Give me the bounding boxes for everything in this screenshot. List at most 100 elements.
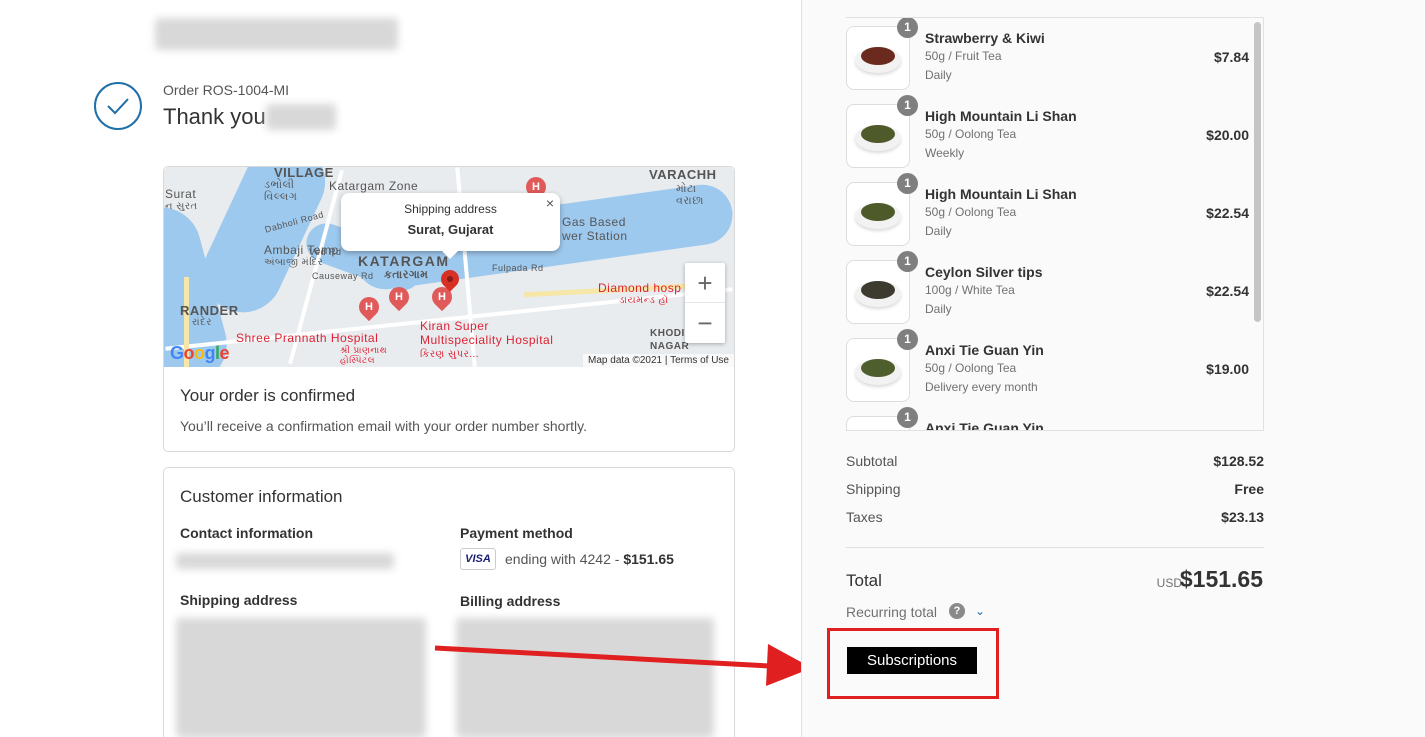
quantity-badge: 1 bbox=[897, 18, 918, 38]
help-icon[interactable]: ? bbox=[949, 603, 965, 619]
product-list[interactable]: 1 Strawberry & Kiwi 50g / Fruit Tea Dail… bbox=[846, 17, 1264, 431]
quantity-badge: 1 bbox=[897, 173, 918, 194]
shipping-row: Shipping Free bbox=[846, 481, 1264, 497]
visa-card-icon: VISA bbox=[460, 548, 496, 570]
map-label-varachha-guj: મોટા વરાછા bbox=[676, 183, 704, 207]
map-label-gas-based: Gas Based bbox=[562, 215, 626, 229]
map-label-diamond-guj: ડાયમન્ડ હૉ bbox=[619, 295, 669, 306]
order-confirmed-card: VILLAGE ડભોલી વિલ્લગ Katargam Zone VARAC… bbox=[163, 166, 735, 452]
total-label: Total bbox=[846, 571, 882, 590]
shipping-label: Shipping bbox=[846, 481, 901, 497]
product-price: $19.00 bbox=[1206, 361, 1249, 377]
map-label-diamond: Diamond hosp bbox=[598, 281, 682, 295]
recurring-total-label[interactable]: Recurring total bbox=[846, 604, 937, 620]
product-variant: 50g / Oolong Tea bbox=[925, 361, 1017, 375]
billing-address-label: Billing address bbox=[460, 593, 561, 609]
product-frequency: Delivery every month bbox=[925, 380, 1038, 394]
map-label-rander: RANDER bbox=[180, 303, 239, 318]
product-price: $22.54 bbox=[1206, 205, 1249, 221]
map-label-katargam-zone: Katargam Zone bbox=[329, 179, 419, 193]
shipping-map[interactable]: VILLAGE ડભોલી વિલ્લગ Katargam Zone VARAC… bbox=[164, 167, 734, 367]
map-label-katargam-guj: કતારગામ bbox=[384, 269, 429, 281]
zoom-out-button[interactable]: − bbox=[685, 303, 725, 343]
blurred-contact-info bbox=[176, 553, 394, 569]
product-variant: 50g / Oolong Tea bbox=[925, 205, 1017, 219]
order-number: Order ROS-1004-MI bbox=[163, 82, 290, 98]
popup-city: Surat, Gujarat bbox=[407, 222, 494, 237]
map-attribution[interactable]: Map data ©2021 | Terms of Use bbox=[583, 354, 734, 367]
map-label-ambaji-guj: અંબાજી મંદિર bbox=[264, 257, 324, 268]
product-name: Ceylon Silver tips bbox=[925, 264, 1043, 280]
shipping-value: Free bbox=[1234, 481, 1264, 497]
product-price: $20.00 bbox=[1206, 127, 1249, 143]
order-confirmed-text: You’ll receive a confirmation email with… bbox=[180, 418, 587, 434]
zoom-in-button[interactable]: + bbox=[685, 263, 725, 303]
map-info-popup: Shipping address Surat, Gujarat × bbox=[341, 193, 560, 259]
currency-code: USD bbox=[1156, 576, 1182, 590]
product-name: Anxi Tie Guan Yin bbox=[925, 420, 1044, 431]
order-summary-panel: 1 Strawberry & Kiwi 50g / Fruit Tea Dail… bbox=[801, 0, 1425, 737]
annotation-arrow bbox=[434, 644, 812, 686]
map-label-shree: Shree Prannath Hospital bbox=[236, 331, 379, 345]
product-frequency: Weekly bbox=[925, 146, 965, 160]
product-variant: 50g / Fruit Tea bbox=[925, 49, 1002, 63]
shipping-address-label: Shipping address bbox=[180, 592, 298, 608]
product-price: $7.84 bbox=[1213, 49, 1249, 65]
popup-title: Shipping address bbox=[404, 202, 497, 216]
map-label-kiran-guj: કિરણ સુપર... bbox=[420, 349, 480, 360]
product-name: High Mountain Li Shan bbox=[925, 186, 1077, 202]
subtotal-label: Subtotal bbox=[846, 453, 898, 469]
map-label-katargam: KATARGAM bbox=[358, 253, 450, 269]
map-label-rander-guj: રાંદેર bbox=[192, 317, 212, 328]
quantity-badge: 1 bbox=[897, 329, 918, 350]
product-name: High Mountain Li Shan bbox=[925, 108, 1077, 124]
quantity-badge: 1 bbox=[897, 407, 918, 428]
product-item: 1 High Mountain Li Shan 50g / Oolong Tea… bbox=[846, 95, 1256, 168]
map-label-causeway: Causeway Rd bbox=[312, 271, 374, 281]
quantity-badge: 1 bbox=[897, 95, 918, 116]
chevron-down-icon[interactable]: ⌄ bbox=[975, 604, 985, 618]
map-label-fulpada: Fulpada Rd bbox=[492, 263, 544, 273]
product-item: 1 Anxi Tie Guan Yin 50g / Oolong Tea Del… bbox=[846, 329, 1256, 402]
map-label-surat-guj: ન સુરત bbox=[165, 201, 198, 212]
map-label-shree-guj: શ્રી પ્રાણનાથ હોસ્પિટલ bbox=[340, 345, 388, 365]
map-label-surat: Surat bbox=[165, 187, 197, 201]
quantity-badge: 1 bbox=[897, 251, 918, 272]
taxes-label: Taxes bbox=[846, 509, 883, 525]
blurred-store-name bbox=[155, 18, 398, 50]
taxes-value: $23.13 bbox=[1221, 509, 1264, 525]
product-frequency: Daily bbox=[925, 224, 952, 238]
product-name: Anxi Tie Guan Yin bbox=[925, 342, 1044, 358]
subscriptions-button[interactable]: Subscriptions bbox=[847, 647, 977, 674]
map-label-kiran: Kiran Super Multispeciality Hospital bbox=[420, 319, 554, 347]
blurred-shipping-address bbox=[176, 618, 426, 737]
hospital-pin-icon[interactable]: H bbox=[354, 292, 384, 322]
product-variant: 100g / White Tea bbox=[925, 283, 1015, 297]
total-value: $151.65 bbox=[1179, 566, 1263, 592]
product-item: 1 Ceylon Silver tips 100g / White Tea Da… bbox=[846, 251, 1256, 324]
product-name: Strawberry & Kiwi bbox=[925, 30, 1045, 46]
taxes-row: Taxes $23.13 bbox=[846, 509, 1264, 525]
thank-you-heading: Thank you bbox=[163, 104, 266, 129]
summary-divider bbox=[846, 547, 1264, 548]
product-frequency: Daily bbox=[925, 302, 952, 316]
map-label-varachha: VARACHH bbox=[649, 167, 717, 182]
product-item: 1 Strawberry & Kiwi 50g / Fruit Tea Dail… bbox=[846, 18, 1256, 90]
subtotal-value: $128.52 bbox=[1213, 453, 1264, 469]
product-frequency: Daily bbox=[925, 68, 952, 82]
map-label-ambaji: Ambaji Temp bbox=[264, 243, 339, 257]
customer-info-title: Customer information bbox=[180, 487, 343, 506]
hospital-pin-icon[interactable]: H bbox=[384, 282, 414, 312]
product-variant: 50g / Oolong Tea bbox=[925, 127, 1017, 141]
map-zoom-controls: + − bbox=[685, 263, 725, 343]
subtotal-row: Subtotal $128.52 bbox=[846, 453, 1264, 469]
order-confirmed-title: Your order is confirmed bbox=[180, 386, 356, 405]
contact-info-label: Contact information bbox=[180, 525, 313, 541]
product-price: $22.54 bbox=[1206, 283, 1249, 299]
map-label-power-station: wer Station bbox=[562, 229, 628, 243]
close-icon[interactable]: × bbox=[546, 195, 554, 211]
google-logo[interactable]: Google bbox=[170, 343, 230, 364]
payment-method-label: Payment method bbox=[460, 525, 573, 541]
blurred-customer-name bbox=[266, 104, 336, 130]
customer-information-card: Customer information Contact information… bbox=[163, 467, 735, 737]
